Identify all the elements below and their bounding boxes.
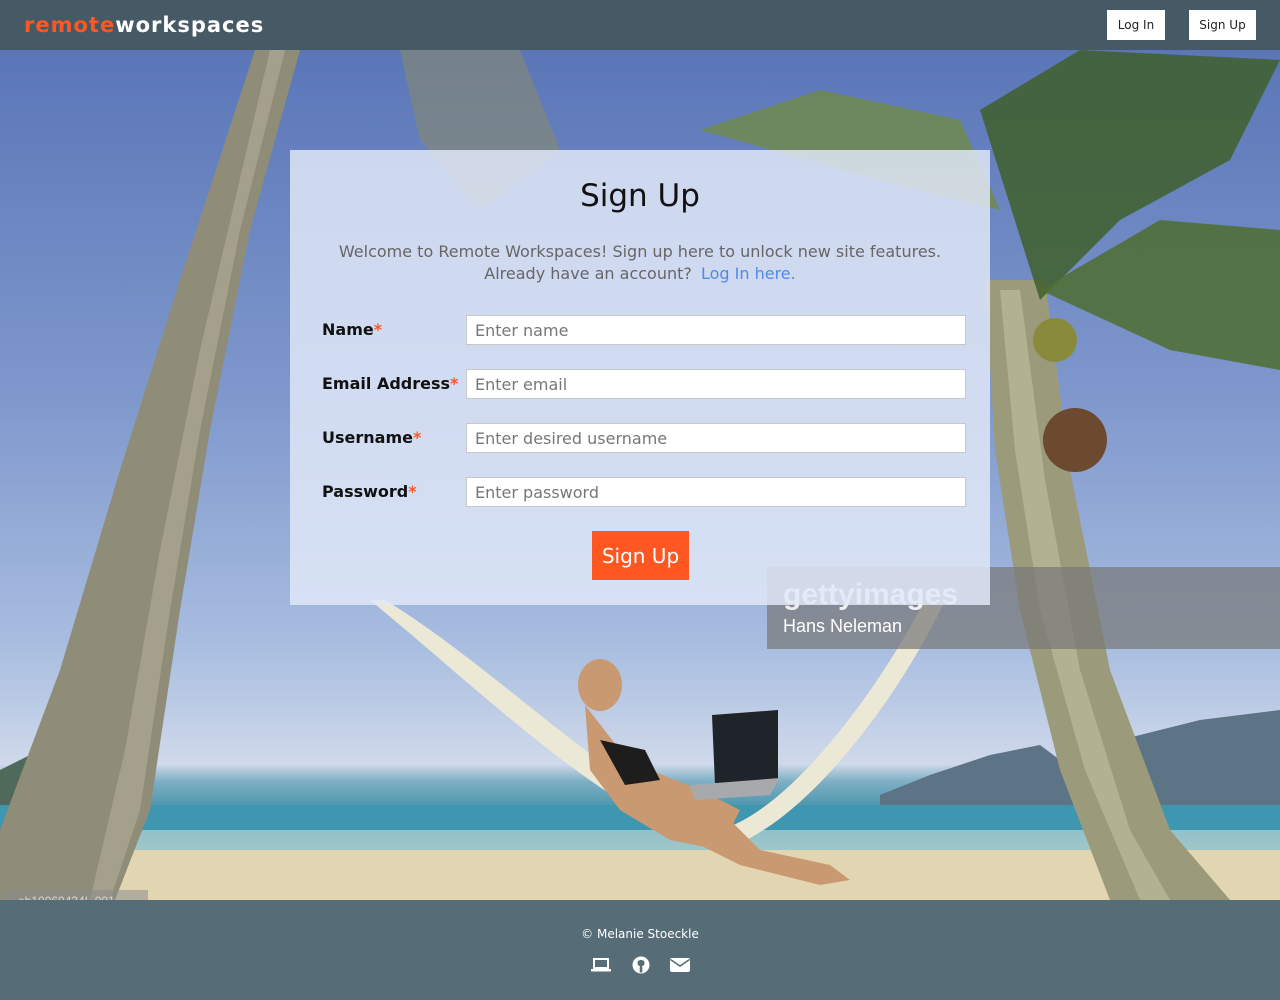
- password-label: Password*: [322, 480, 417, 504]
- username-input[interactable]: [466, 423, 966, 453]
- logo-workspaces: workspaces: [115, 13, 265, 37]
- required-asterisk: *: [373, 320, 383, 339]
- watermark-credit: Hans Neleman: [783, 616, 903, 636]
- signup-title: Sign Up: [580, 178, 700, 214]
- logo-remote: remote: [24, 13, 116, 37]
- name-label: Name*: [322, 318, 382, 342]
- copyright-text: © Melanie Stoeckle: [581, 927, 699, 941]
- signup-submit-button[interactable]: Sign Up: [592, 531, 689, 580]
- nav-signup-button[interactable]: Sign Up: [1189, 10, 1256, 40]
- email-label-text: Email Address: [322, 374, 451, 393]
- site-logo[interactable]: remoteworkspaces: [24, 12, 264, 38]
- page-footer: © Melanie Stoeckle: [0, 900, 1280, 1000]
- password-input[interactable]: [466, 477, 966, 507]
- required-asterisk: *: [412, 428, 422, 447]
- signup-card: Sign Up Welcome to Remote Workspaces! Si…: [290, 150, 990, 605]
- name-input[interactable]: [466, 315, 966, 345]
- email-field-row: Email Address*: [322, 369, 966, 399]
- login-here-link[interactable]: Log In here.: [701, 264, 796, 283]
- name-label-text: Name: [322, 320, 374, 339]
- intro-welcome-text: Welcome to Remote Workspaces! Sign up he…: [338, 242, 942, 261]
- required-asterisk: *: [408, 482, 417, 501]
- email-input[interactable]: [466, 369, 966, 399]
- photo-id-label: ob10069434L.001: [4, 890, 148, 900]
- username-field-row: Username*: [322, 423, 966, 453]
- password-field-row: Password*: [322, 477, 966, 507]
- required-asterisk: *: [450, 374, 459, 393]
- intro-account-line: Already have an account? Log In here.: [290, 263, 990, 285]
- top-navbar: remoteworkspaces Log In Sign Up: [0, 0, 1280, 50]
- username-label-text: Username: [322, 428, 413, 447]
- envelope-icon[interactable]: [669, 955, 691, 975]
- password-label-text: Password: [322, 482, 409, 501]
- nav-login-button[interactable]: Log In: [1107, 10, 1165, 40]
- name-field-row: Name*: [322, 315, 966, 345]
- email-label: Email Address*: [322, 372, 458, 396]
- laptop-icon[interactable]: [590, 955, 612, 975]
- intro-account-text: Already have an account?: [484, 264, 692, 283]
- github-icon[interactable]: [630, 955, 652, 975]
- username-label: Username*: [322, 426, 421, 450]
- signup-intro: Welcome to Remote Workspaces! Sign up he…: [290, 241, 990, 285]
